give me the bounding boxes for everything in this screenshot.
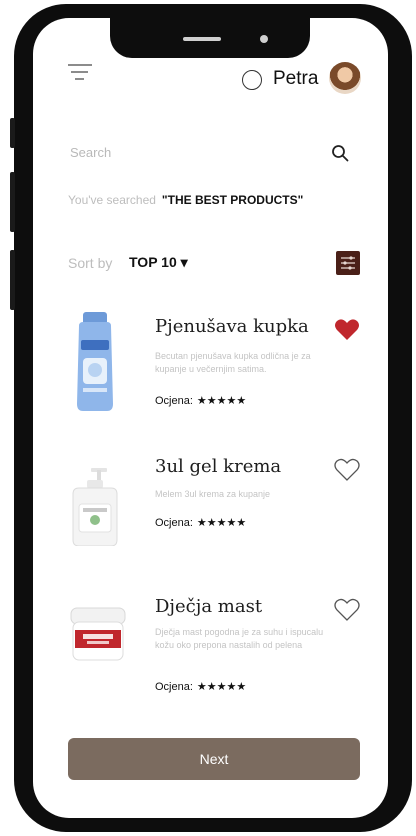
searched-label: You've searched [68,193,156,207]
product-name[interactable]: Dječja mast [155,596,262,617]
speaker-grille [183,37,221,41]
phone-notch [110,18,310,58]
rating-stars: ★★★★★ [196,395,247,407]
rating-label: Ocjena: [155,395,193,407]
heart-outline-icon[interactable] [334,598,360,622]
rating-stars: ★★★★★ [196,517,247,529]
search-icon[interactable] [331,144,349,162]
rating-stars: ★★★★★ [196,681,247,693]
bath-foam-bottle-image [77,312,113,411]
app-screen: Petra You've searched "THE BEST PRODUCTS"… [33,18,388,818]
product-card[interactable]: Dječja mast Dječja mast pogodna je za su… [33,588,388,708]
product-rating: Ocjena: ★★★★★ [155,394,246,407]
heart-outline-icon[interactable] [334,458,360,482]
rating-label: Ocjena: [155,681,193,693]
product-description: Dječja mast pogodna je za suhu i ispucal… [155,627,324,650]
avatar[interactable] [329,62,361,94]
product-card[interactable]: 3ul gel krema Melem 3ul krema za kupanje… [33,448,388,558]
baby-ointment-jar-image [70,607,126,661]
product-rating: Ocjena: ★★★★★ [155,516,246,529]
next-button[interactable]: Next [68,738,360,780]
phone-side-button [10,172,15,232]
gel-cream-pump-bottle-image [72,468,118,546]
searched-query: "THE BEST PRODUCTS" [161,193,304,207]
filter-list-icon[interactable] [336,251,360,275]
product-rating: Ocjena: ★★★★★ [155,680,246,693]
rating-label: Ocjena: [155,517,193,529]
sort-label: Sort by [68,255,113,271]
product-description: Becutan pjenušava kupka odlična je za ku… [155,351,311,374]
username: Petra [273,68,319,89]
phone-side-button [10,250,15,310]
sort-dropdown[interactable]: TOP 10 ▾ [129,254,188,271]
product-name[interactable]: Pjenušava kupka [155,316,309,337]
search-summary: You've searched "THE BEST PRODUCTS" [68,193,303,207]
front-camera [260,35,268,43]
product-description: Melem 3ul krema za kupanje [155,489,271,499]
status-toggle[interactable] [242,70,262,90]
phone-side-button [10,118,15,148]
heart-filled-icon[interactable] [334,318,360,342]
product-name[interactable]: 3ul gel krema [155,456,281,477]
menu-icon[interactable] [68,63,94,81]
product-card[interactable]: Pjenušava kupka Becutan pjenušava kupka … [33,308,388,418]
search-input[interactable] [68,144,312,161]
